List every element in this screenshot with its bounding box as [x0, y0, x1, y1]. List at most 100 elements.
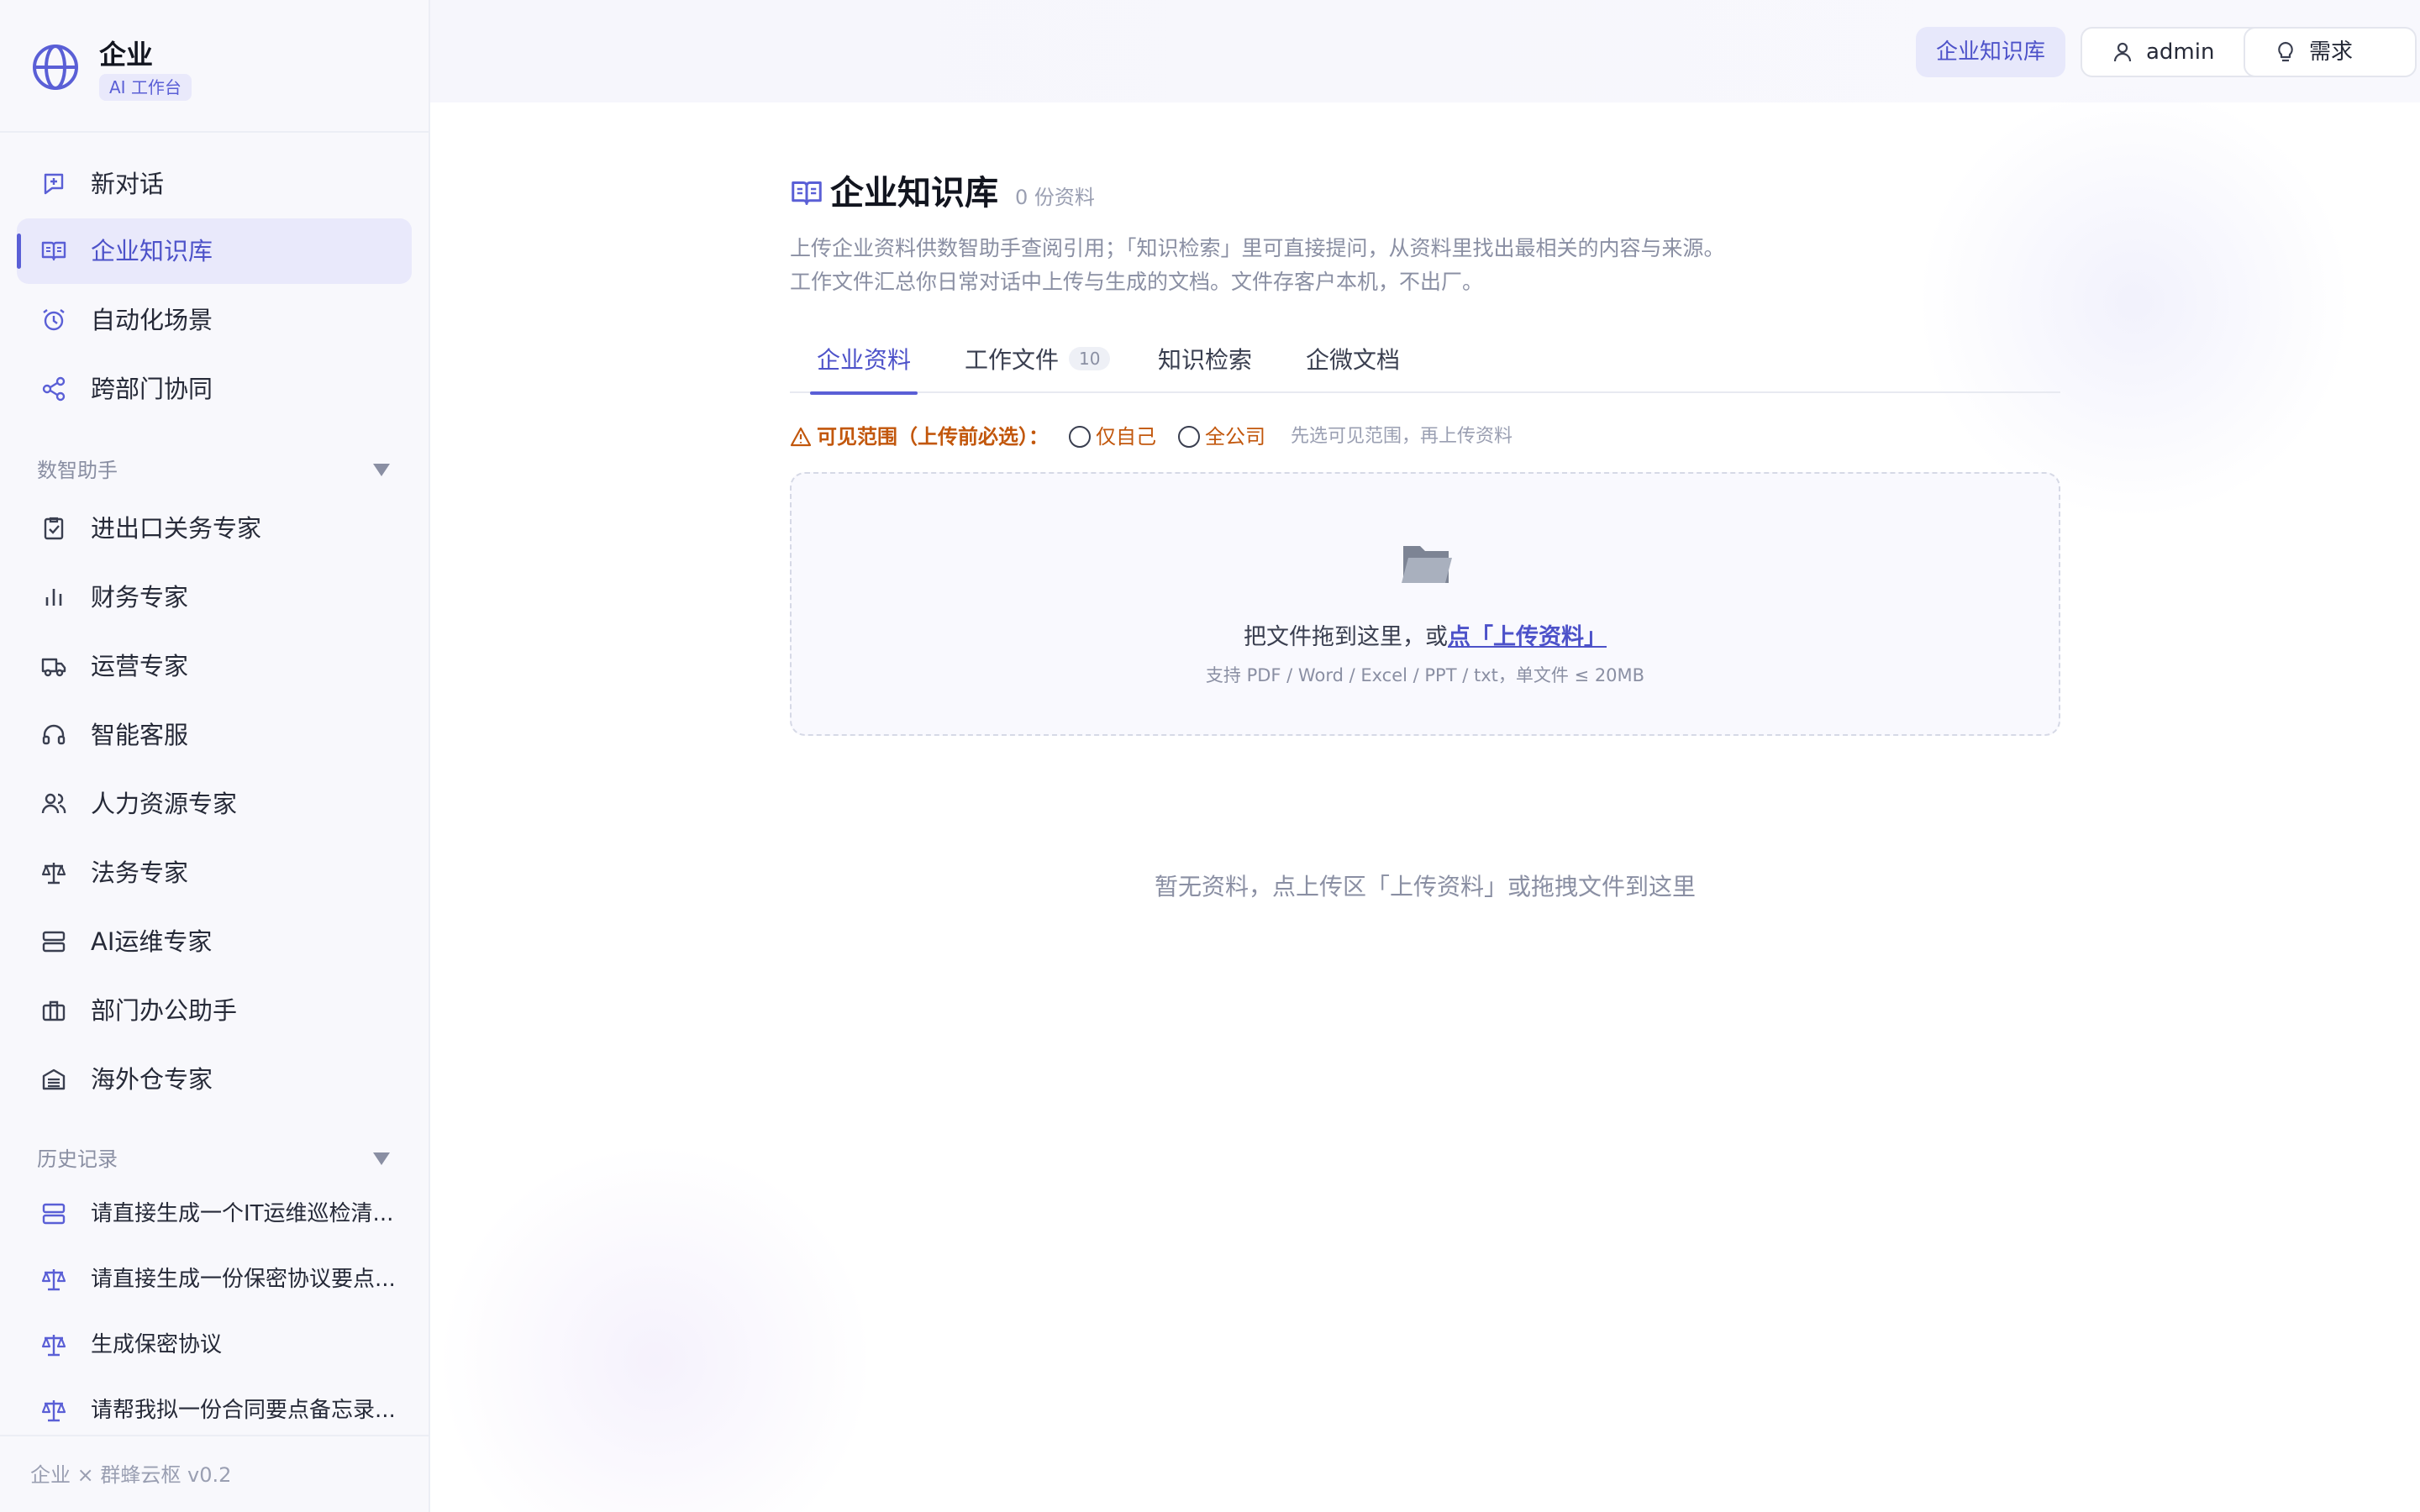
user-menu-button[interactable]: admin: [2081, 27, 2270, 77]
app-root: 企业 AI 工作台 新对话 企业知识库 自动化场景 跨部门协同 数智助手 进出口…: [0, 0, 2420, 1512]
new-chat-icon: [44, 173, 64, 195]
history-label: 请帮我拟一份合同要点备忘录...: [91, 1398, 396, 1423]
globe-logo-icon: [33, 45, 78, 90]
nav-label: 新对话: [91, 170, 165, 198]
nav-item-hr[interactable]: 人力资源专家: [17, 771, 412, 837]
nav-item-ai-ops[interactable]: AI运维专家: [17, 909, 412, 974]
scale-icon: [41, 1269, 66, 1291]
tab-label: 知识检索: [1158, 346, 1253, 374]
server-icon: [42, 931, 66, 953]
document-count: 0 份资料: [1015, 186, 1095, 209]
nav-label: 运营专家: [91, 652, 189, 680]
history-section-toggle[interactable]: 历史记录: [37, 1142, 390, 1176]
nav-label: 财务专家: [91, 583, 189, 612]
scale-icon: [41, 1400, 66, 1422]
collapse-triangle-icon: [373, 464, 390, 476]
nav-item-customs[interactable]: 进出口关务专家: [17, 496, 412, 561]
clipboard-check-icon: [44, 517, 64, 540]
user-name: admin: [2146, 39, 2215, 65]
users-icon: [41, 793, 66, 814]
book-open-icon: [792, 181, 822, 205]
tab-knowledge-search[interactable]: 知识检索: [1158, 333, 1252, 393]
warehouse-icon: [42, 1068, 66, 1090]
nav-item-knowledge-base[interactable]: 企业知识库: [17, 218, 412, 284]
history-label: 请直接生成一个IT运维巡检清...: [91, 1201, 394, 1226]
dropzone-text: 把文件拖到这里，或点「上传资料」: [792, 618, 2059, 651]
tab-company-docs[interactable]: 企业资料: [809, 333, 918, 395]
history-item[interactable]: 生成保密协议: [17, 1312, 412, 1378]
tab-label: 企业资料: [817, 346, 912, 374]
server-icon: [42, 1203, 66, 1225]
sidebar: 企业 AI 工作台 新对话 企业知识库 自动化场景 跨部门协同 数智助手 进出口…: [0, 0, 430, 1512]
empty-state-message: 暂无资料，点上传区「上传资料」或拖拽文件到这里: [1154, 873, 1696, 900]
nav-item-finance[interactable]: 财务专家: [17, 564, 412, 630]
nav-item-operations[interactable]: 运营专家: [17, 633, 412, 699]
folder-open-icon: [1402, 546, 1452, 583]
background-glow: [437, 1142, 874, 1512]
nav-item-new-chat[interactable]: 新对话: [17, 151, 412, 217]
scale-icon: [41, 863, 66, 885]
nav-label: 自动化场景: [91, 306, 213, 334]
history-item[interactable]: 请帮我拟一份合同要点备忘录...: [17, 1378, 412, 1443]
scope-radio-self[interactable]: 仅自己: [1069, 420, 1156, 454]
tab-wecom-docs[interactable]: 企微文档: [1306, 333, 1400, 393]
nav-item-automation[interactable]: 自动化场景: [17, 287, 412, 353]
dropzone-hint: 支持 PDF / Word / Excel / PPT / txt，单文件 ≤ …: [1205, 665, 1645, 685]
warning-icon: [790, 427, 812, 447]
headset-icon: [42, 724, 66, 745]
user-icon: [2113, 42, 2132, 62]
nav-item-collaboration[interactable]: 跨部门协同: [17, 356, 412, 422]
radio-label: 全公司: [1205, 425, 1265, 449]
book-open-icon: [41, 241, 66, 261]
section-title: 数智助手: [37, 459, 118, 482]
assistants-section-toggle[interactable]: 数智助手: [37, 454, 390, 487]
radio-circle[interactable]: [1178, 426, 1200, 448]
tab-bar: 企业资料 工作文件 10 知识检索 企微文档: [790, 333, 2060, 395]
bar-chart-icon: [45, 589, 62, 606]
lightbulb-icon: [2278, 41, 2293, 62]
page-title: 企业知识库: [830, 174, 998, 213]
history-item[interactable]: 请直接生成一份保密协议要点...: [17, 1247, 412, 1312]
background-glow: [1916, 84, 2353, 521]
brand-name: 企业: [99, 39, 154, 71]
knowledge-base-button-label: 企业知识库: [1935, 39, 2045, 65]
nav-label: AI运维专家: [91, 927, 213, 956]
tab-label: 企微文档: [1306, 346, 1401, 374]
dropzone-prefix: 把文件拖到这里，或: [1244, 624, 1448, 650]
upload-link[interactable]: 点「上传资料」: [1448, 624, 1607, 650]
radio-circle[interactable]: [1069, 426, 1091, 448]
page-description: 工作文件汇总你日常对话中上传与生成的文档。文件存客户本机，不出厂。: [790, 270, 1484, 294]
scope-label-text: 可见范围（上传前必选）：: [817, 425, 1049, 449]
nav-item-office[interactable]: 部门办公助手: [17, 978, 412, 1043]
nav-item-warehouse[interactable]: 海外仓专家: [17, 1047, 412, 1112]
history-label: 请直接生成一份保密协议要点...: [91, 1267, 396, 1292]
nav-label: 跨部门协同: [91, 375, 213, 403]
scope-hint: 先选可见范围，再上传资料: [1291, 426, 1513, 447]
share-icon: [42, 376, 66, 402]
nav-label: 法务专家: [91, 858, 189, 887]
nav-label: 智能客服: [91, 721, 189, 749]
brand-tag: AI 工作台: [99, 74, 192, 101]
knowledge-base-button[interactable]: 企业知识库: [1916, 27, 2065, 77]
tab-label: 工作文件: [965, 346, 1060, 374]
nav-item-legal[interactable]: 法务专家: [17, 840, 412, 906]
active-indicator: [17, 234, 21, 269]
tab-work-files[interactable]: 工作文件 10: [965, 333, 1111, 393]
briefcase-icon: [42, 1000, 66, 1021]
nav-label: 部门办公助手: [91, 996, 238, 1025]
nav-label: 人力资源专家: [91, 790, 238, 818]
nav-item-customer-service[interactable]: 智能客服: [17, 702, 412, 768]
scope-label: 可见范围（上传前必选）：: [790, 420, 1049, 454]
history-item[interactable]: 请直接生成一个IT运维巡检清...: [17, 1181, 412, 1247]
section-title: 历史记录: [37, 1147, 118, 1171]
nav-label: 海外仓专家: [91, 1065, 213, 1094]
history-label: 生成保密协议: [91, 1332, 223, 1357]
demand-label: 需求: [2309, 39, 2354, 65]
brand-header: 企业 AI 工作台: [0, 0, 429, 133]
upload-dropzone[interactable]: 把文件拖到这里，或点「上传资料」 支持 PDF / Word / Excel /…: [790, 472, 2060, 736]
alarm-clock-icon: [43, 309, 65, 331]
demand-button[interactable]: 需求: [2244, 27, 2417, 77]
collapse-triangle-icon: [373, 1152, 390, 1165]
scale-icon: [41, 1335, 66, 1357]
scope-radio-company[interactable]: 全公司: [1178, 420, 1265, 454]
